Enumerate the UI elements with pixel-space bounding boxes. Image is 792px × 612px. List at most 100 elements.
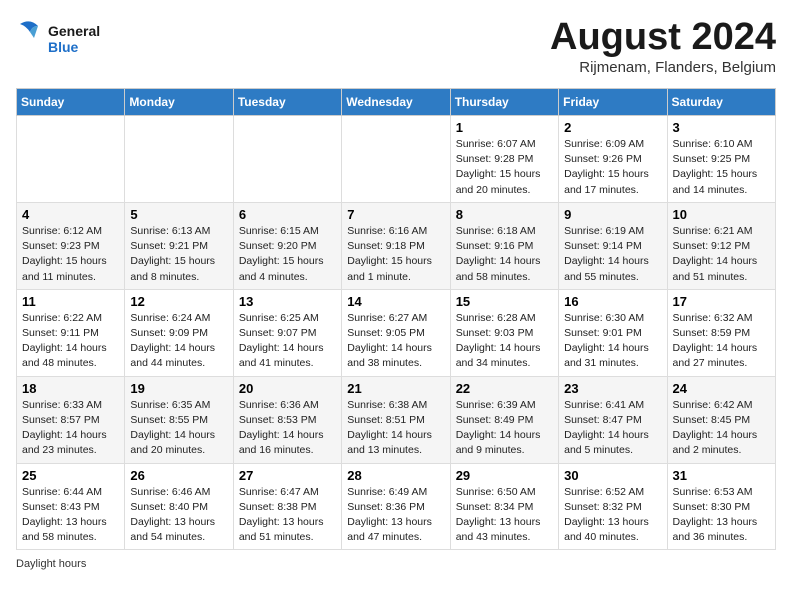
day-number: 28: [347, 468, 444, 483]
day-number: 23: [564, 381, 661, 396]
calendar-cell: 14Sunrise: 6:27 AM Sunset: 9:05 PM Dayli…: [342, 289, 450, 376]
day-number: 21: [347, 381, 444, 396]
day-info: Sunrise: 6:15 AM Sunset: 9:20 PM Dayligh…: [239, 224, 336, 285]
day-info: Sunrise: 6:10 AM Sunset: 9:25 PM Dayligh…: [673, 137, 770, 198]
day-info: Sunrise: 6:50 AM Sunset: 8:34 PM Dayligh…: [456, 485, 553, 546]
calendar-cell: [342, 116, 450, 203]
calendar-cell: 19 Sunrise: 6:35 AM Sunset: 8:55 PM Dayli…: [125, 376, 233, 463]
day-number: 3: [673, 120, 770, 135]
day-number: 7: [347, 207, 444, 222]
day-info: Sunrise: 6:41 AM Sunset: 8:47 PM Dayligh…: [564, 398, 661, 459]
day-info: Sunrise: 6:53 AM Sunset: 8:30 PM Dayligh…: [673, 485, 770, 546]
day-number: 25: [22, 468, 119, 483]
calendar-cell: 11 Sunrise: 6:22 AM Sunset: 9:11 PM Dayli…: [17, 289, 125, 376]
calendar-cell: 27 Sunrise: 6:47 AM Sunset: 8:38 PM Dayli…: [233, 463, 341, 550]
day-info: Sunrise: 6:44 AM Sunset: 8:43 PM Dayligh…: [22, 485, 119, 546]
day-number: 31: [673, 468, 770, 483]
day-number: 19: [130, 381, 227, 396]
day-info: Sunrise: 6:22 AM Sunset: 9:11 PM Dayligh…: [22, 311, 119, 372]
day-number: 17: [673, 294, 770, 309]
day-number: 27: [239, 468, 336, 483]
day-info: Sunrise: 6:28 AM Sunset: 9:03 PM Dayligh…: [456, 311, 553, 372]
day-number: 13: [239, 294, 336, 309]
title-area: August 2024 Rijmenam, Flanders, Belgium: [550, 16, 776, 76]
logo: General Blue: [16, 16, 116, 65]
calendar-cell: 2 Sunrise: 6:09 AM Sunset: 9:26 PM Daylig…: [559, 116, 667, 203]
footer: Daylight hours: [16, 558, 776, 570]
day-number: 15: [456, 294, 553, 309]
calendar-cell: 16 Sunrise: 6:30 AM Sunset: 9:01 PM Dayli…: [559, 289, 667, 376]
day-header-monday: Monday: [125, 89, 233, 116]
day-info: Sunrise: 6:35 AM Sunset: 8:55 PM Dayligh…: [130, 398, 227, 459]
calendar-cell: [17, 116, 125, 203]
day-info: Sunrise: 6:13 AM Sunset: 9:21 PM Dayligh…: [130, 224, 227, 285]
calendar-table: SundayMondayTuesdayWednesdayThursdayFrid…: [16, 88, 776, 550]
day-info: Sunrise: 6:09 AM Sunset: 9:26 PM Dayligh…: [564, 137, 661, 198]
day-number: 14: [347, 294, 444, 309]
svg-text:Blue: Blue: [48, 39, 79, 55]
month-year-title: August 2024: [550, 16, 776, 59]
day-number: 1: [456, 120, 553, 135]
calendar-cell: 21Sunrise: 6:38 AM Sunset: 8:51 PM Dayli…: [342, 376, 450, 463]
day-number: 4: [22, 207, 119, 222]
calendar-cell: 4 Sunrise: 6:12 AM Sunset: 9:23 PM Daylig…: [17, 202, 125, 289]
day-info: Sunrise: 6:12 AM Sunset: 9:23 PM Dayligh…: [22, 224, 119, 285]
calendar-week-5: 25 Sunrise: 6:44 AM Sunset: 8:43 PM Dayli…: [17, 463, 776, 550]
calendar-cell: [125, 116, 233, 203]
day-info: Sunrise: 6:18 AM Sunset: 9:16 PM Dayligh…: [456, 224, 553, 285]
day-info: Sunrise: 6:39 AM Sunset: 8:49 PM Dayligh…: [456, 398, 553, 459]
day-number: 30: [564, 468, 661, 483]
calendar-week-4: 18Sunrise: 6:33 AM Sunset: 8:57 PM Dayli…: [17, 376, 776, 463]
calendar-cell: 31 Sunrise: 6:53 AM Sunset: 8:30 PM Dayli…: [667, 463, 775, 550]
day-info: Sunrise: 6:07 AM Sunset: 9:28 PM Dayligh…: [456, 137, 553, 198]
calendar-cell: 17 Sunrise: 6:32 AM Sunset: 8:59 PM Dayli…: [667, 289, 775, 376]
day-header-friday: Friday: [559, 89, 667, 116]
day-number: 22: [456, 381, 553, 396]
day-info: Sunrise: 6:25 AM Sunset: 9:07 PM Dayligh…: [239, 311, 336, 372]
day-info: Sunrise: 6:19 AM Sunset: 9:14 PM Dayligh…: [564, 224, 661, 285]
calendar-week-3: 11 Sunrise: 6:22 AM Sunset: 9:11 PM Dayli…: [17, 289, 776, 376]
calendar-cell: 8 Sunrise: 6:18 AM Sunset: 9:16 PM Daylig…: [450, 202, 558, 289]
calendar-cell: 3 Sunrise: 6:10 AM Sunset: 9:25 PM Daylig…: [667, 116, 775, 203]
day-number: 11: [22, 294, 119, 309]
calendar-cell: 1 Sunrise: 6:07 AM Sunset: 9:28 PM Daylig…: [450, 116, 558, 203]
day-number: 10: [673, 207, 770, 222]
day-number: 26: [130, 468, 227, 483]
calendar-cell: 20Sunrise: 6:36 AM Sunset: 8:53 PM Dayli…: [233, 376, 341, 463]
calendar-cell: 18Sunrise: 6:33 AM Sunset: 8:57 PM Dayli…: [17, 376, 125, 463]
day-info: Sunrise: 6:16 AM Sunset: 9:18 PM Dayligh…: [347, 224, 444, 285]
svg-text:General: General: [48, 23, 100, 39]
day-number: 16: [564, 294, 661, 309]
calendar-cell: 9Sunrise: 6:19 AM Sunset: 9:14 PM Daylig…: [559, 202, 667, 289]
day-header-saturday: Saturday: [667, 89, 775, 116]
calendar-cell: 29Sunrise: 6:50 AM Sunset: 8:34 PM Dayli…: [450, 463, 558, 550]
calendar-cell: 13 Sunrise: 6:25 AM Sunset: 9:07 PM Dayli…: [233, 289, 341, 376]
day-info: Sunrise: 6:32 AM Sunset: 8:59 PM Dayligh…: [673, 311, 770, 372]
day-header-wednesday: Wednesday: [342, 89, 450, 116]
day-info: Sunrise: 6:42 AM Sunset: 8:45 PM Dayligh…: [673, 398, 770, 459]
day-number: 20: [239, 381, 336, 396]
calendar-cell: 10 Sunrise: 6:21 AM Sunset: 9:12 PM Dayli…: [667, 202, 775, 289]
day-number: 24: [673, 381, 770, 396]
day-info: Sunrise: 6:21 AM Sunset: 9:12 PM Dayligh…: [673, 224, 770, 285]
calendar-week-1: 1 Sunrise: 6:07 AM Sunset: 9:28 PM Daylig…: [17, 116, 776, 203]
day-number: 2: [564, 120, 661, 135]
day-number: 6: [239, 207, 336, 222]
day-number: 8: [456, 207, 553, 222]
day-info: Sunrise: 6:46 AM Sunset: 8:40 PM Dayligh…: [130, 485, 227, 546]
day-info: Sunrise: 6:30 AM Sunset: 9:01 PM Dayligh…: [564, 311, 661, 372]
header: General Blue August 2024 Rijmenam, Fland…: [16, 16, 776, 76]
calendar-cell: 30 Sunrise: 6:52 AM Sunset: 8:32 PM Dayli…: [559, 463, 667, 550]
day-number: 12: [130, 294, 227, 309]
calendar-cell: 5Sunrise: 6:13 AM Sunset: 9:21 PM Daylig…: [125, 202, 233, 289]
calendar-cell: 6 Sunrise: 6:15 AM Sunset: 9:20 PM Daylig…: [233, 202, 341, 289]
calendar-week-2: 4 Sunrise: 6:12 AM Sunset: 9:23 PM Daylig…: [17, 202, 776, 289]
day-info: Sunrise: 6:47 AM Sunset: 8:38 PM Dayligh…: [239, 485, 336, 546]
calendar-cell: 15 Sunrise: 6:28 AM Sunset: 9:03 PM Dayli…: [450, 289, 558, 376]
calendar-cell: 26 Sunrise: 6:46 AM Sunset: 8:40 PM Dayli…: [125, 463, 233, 550]
day-info: Sunrise: 6:52 AM Sunset: 8:32 PM Dayligh…: [564, 485, 661, 546]
location-subtitle: Rijmenam, Flanders, Belgium: [550, 59, 776, 76]
calendar-cell: 23 Sunrise: 6:41 AM Sunset: 8:47 PM Dayli…: [559, 376, 667, 463]
day-info: Sunrise: 6:49 AM Sunset: 8:36 PM Dayligh…: [347, 485, 444, 546]
calendar-cell: 22 Sunrise: 6:39 AM Sunset: 8:49 PM Dayli…: [450, 376, 558, 463]
